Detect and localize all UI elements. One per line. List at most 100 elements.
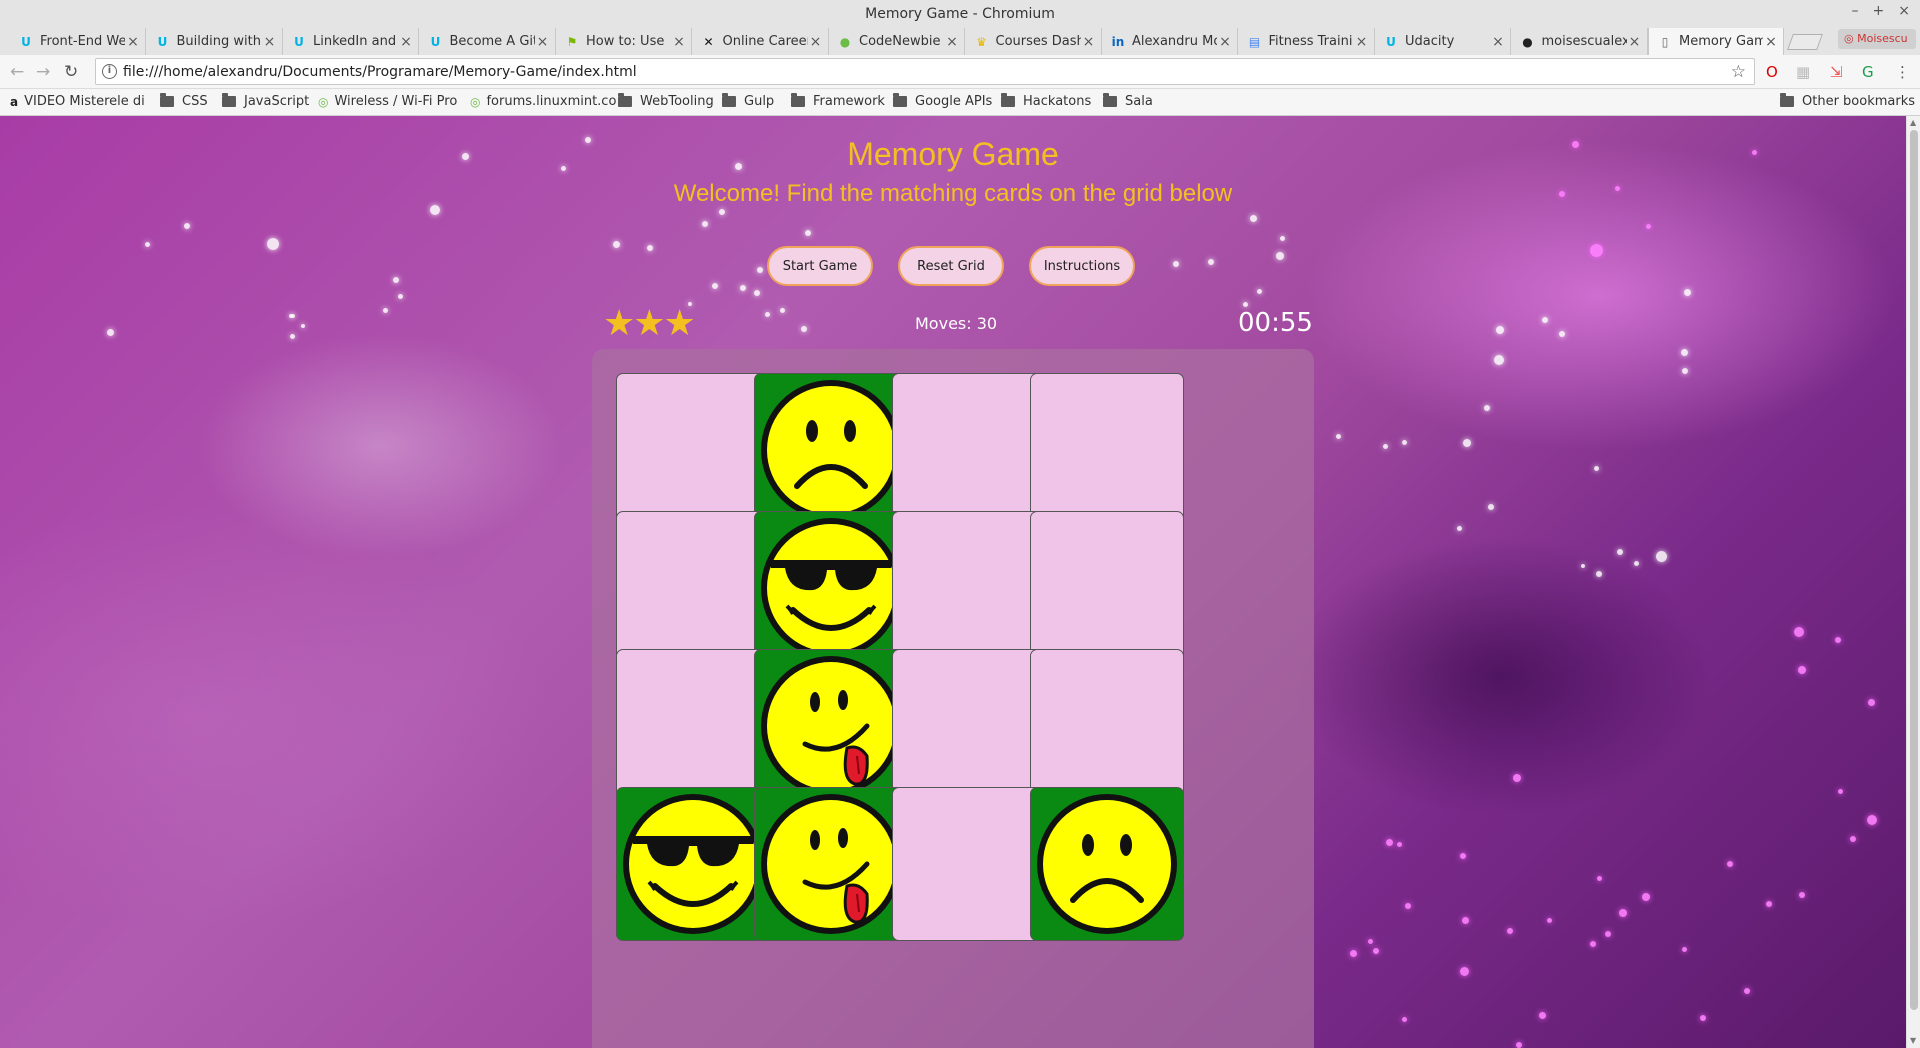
tab-close-icon[interactable]: ×: [1354, 34, 1370, 50]
tab-close-icon[interactable]: ×: [1081, 34, 1097, 50]
grammarly-icon[interactable]: G: [1862, 63, 1874, 81]
browser-tab[interactable]: ▯ Memory Gam ×: [1648, 28, 1784, 55]
tab-close-icon[interactable]: ×: [1763, 34, 1779, 50]
maximize-button[interactable]: +: [1873, 3, 1885, 19]
browser-toolbar: ← → ↻ i file:///home/alexandru/Documents…: [0, 55, 1920, 89]
card-tongue-face[interactable]: [754, 649, 908, 803]
reset-grid-button[interactable]: Reset Grid: [898, 246, 1004, 286]
background-sparkle: [779, 307, 785, 313]
bookmark-item[interactable]: ◎ forums.linuxmint.co: [470, 94, 616, 109]
card-face-down[interactable]: [892, 649, 1046, 803]
new-tab-button[interactable]: [1787, 34, 1823, 50]
browser-tab[interactable]: U LinkedIn and ×: [283, 28, 419, 55]
opera-icon[interactable]: O: [1766, 63, 1778, 81]
browser-tab[interactable]: U Building with ×: [147, 28, 283, 55]
background-sparkle: [1460, 853, 1466, 859]
card-face-down[interactable]: [892, 511, 1046, 665]
background-sparkle: [1645, 223, 1651, 229]
background-sparkle: [1596, 571, 1602, 577]
bookmark-item[interactable]: Sala: [1103, 93, 1153, 109]
background-sparkle: [647, 245, 653, 251]
tab-close-icon[interactable]: ×: [1217, 34, 1233, 50]
card-sad-face[interactable]: [754, 373, 908, 527]
bookmark-item[interactable]: CSS: [160, 93, 208, 109]
card-face-down[interactable]: [892, 373, 1046, 527]
browser-tab[interactable]: U Become A Git ×: [420, 28, 556, 55]
bookmark-item[interactable]: Hackatons: [1001, 93, 1091, 109]
tab-close-icon[interactable]: ×: [1627, 34, 1643, 50]
background-sparkle: [801, 326, 807, 332]
card-face-down[interactable]: [1030, 373, 1184, 527]
profile-button[interactable]: ◎ Moisescu: [1838, 29, 1916, 49]
browser-tab[interactable]: ● CodeNewbie ×: [829, 28, 965, 55]
card-face-down[interactable]: [616, 511, 770, 665]
browser-tab[interactable]: ⚑ How to: Use ×: [556, 28, 692, 55]
extension-icon[interactable]: ▦: [1796, 63, 1810, 81]
background-sparkle: [1461, 916, 1469, 924]
scroll-up-icon[interactable]: ▲: [1910, 118, 1916, 127]
background-sparkle: [757, 267, 763, 273]
scrollbar-thumb[interactable]: [1910, 130, 1918, 1010]
bookmark-item[interactable]: Google APIs: [893, 93, 992, 109]
browser-tab[interactable]: U Udacity ×: [1375, 28, 1511, 55]
browser-tab[interactable]: ▤ Fitness Traini ×: [1239, 28, 1375, 55]
scroll-down-icon[interactable]: ▼: [1910, 1036, 1916, 1045]
address-bar[interactable]: i file:///home/alexandru/Documents/Progr…: [95, 58, 1755, 85]
folder-icon: [1103, 93, 1117, 107]
tab-close-icon[interactable]: ×: [944, 34, 960, 50]
card-sad-face[interactable]: [1030, 787, 1184, 941]
cast-icon[interactable]: ⇲: [1830, 63, 1843, 81]
reload-icon[interactable]: ↻: [64, 62, 78, 82]
background-sparkle: [1683, 288, 1691, 296]
browser-tab[interactable]: ♛ Courses Dash ×: [966, 28, 1102, 55]
bookmark-item[interactable]: ◎ Wireless / Wi-Fi Pro: [318, 94, 457, 109]
background-sparkle: [1850, 836, 1856, 842]
tab-strip: U Front-End We × U Building with × U LinkedIn a…: [0, 28, 1920, 55]
vertical-scrollbar[interactable]: ▲ ▼: [1906, 116, 1920, 1048]
tab-close-icon[interactable]: ×: [125, 34, 141, 50]
card-cool-face[interactable]: [754, 511, 908, 665]
card-face-down[interactable]: [1030, 511, 1184, 665]
tab-close-icon[interactable]: ×: [398, 34, 414, 50]
tab-close-icon[interactable]: ×: [671, 34, 687, 50]
bookmark-item[interactable]: JavaScript: [222, 93, 310, 109]
card-face-down[interactable]: [892, 787, 1046, 941]
bookmark-item[interactable]: WebTooling: [618, 93, 714, 109]
udacity-icon: U: [430, 34, 441, 49]
close-window-button[interactable]: ×: [1898, 3, 1910, 19]
card-cool-face[interactable]: [616, 787, 770, 941]
tab-close-icon[interactable]: ×: [1490, 34, 1506, 50]
tab-close-icon[interactable]: ×: [808, 34, 824, 50]
game-title: Memory Game: [847, 136, 1059, 172]
card-face-down[interactable]: [616, 649, 770, 803]
background-sparkle: [1681, 946, 1687, 952]
bookmark-item[interactable]: a VIDEO Misterele di: [10, 94, 145, 109]
forward-arrow-icon[interactable]: →: [36, 62, 50, 82]
browser-tab[interactable]: U Front-End We ×: [10, 28, 146, 55]
minimize-button[interactable]: –: [1852, 3, 1859, 19]
back-arrow-icon[interactable]: ←: [10, 62, 24, 82]
card-tongue-face[interactable]: [754, 787, 908, 941]
background-sparkle: [1494, 355, 1504, 365]
browser-tab[interactable]: ● moisescualex ×: [1512, 28, 1648, 55]
menu-dots-icon[interactable]: ⋮: [1895, 63, 1910, 81]
browser-tab[interactable]: in Alexandru Mo ×: [1102, 28, 1238, 55]
bookmark-item[interactable]: Gulp: [722, 93, 774, 109]
instructions-button[interactable]: Instructions: [1029, 246, 1135, 286]
bookmark-label: JavaScript: [244, 94, 310, 109]
browser-tab[interactable]: ✕ Online Career ×: [693, 28, 829, 55]
background-sparkle: [1619, 909, 1627, 917]
bookmark-favicon-icon: ◎: [318, 94, 329, 109]
tab-close-icon[interactable]: ×: [262, 34, 278, 50]
github-icon: ●: [1522, 34, 1533, 49]
background-sparkle: [184, 223, 190, 229]
card-face-down[interactable]: [1030, 649, 1184, 803]
bookmark-star-icon[interactable]: ☆: [1731, 62, 1746, 82]
tab-close-icon[interactable]: ×: [535, 34, 551, 50]
card-face-down[interactable]: [616, 373, 770, 527]
background-sparkle: [1559, 331, 1565, 337]
bookmark-item[interactable]: Framework: [791, 93, 885, 109]
other-bookmarks[interactable]: Other bookmarks: [1780, 93, 1915, 109]
start-game-button[interactable]: Start Game: [767, 246, 873, 286]
info-icon[interactable]: i: [102, 64, 117, 79]
